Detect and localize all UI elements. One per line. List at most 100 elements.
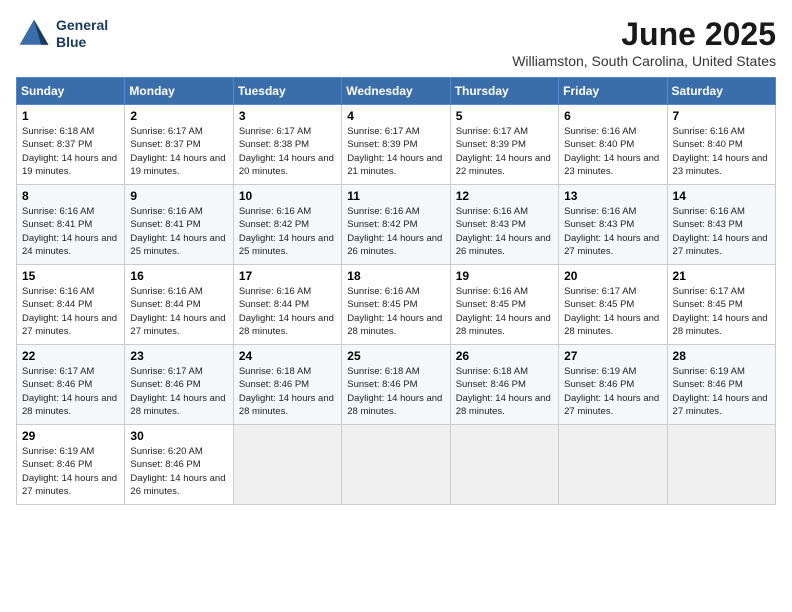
calendar-cell: 11Sunrise: 6:16 AMSunset: 8:42 PMDayligh…: [342, 185, 450, 265]
day-info: Sunrise: 6:16 AMSunset: 8:40 PMDaylight:…: [673, 125, 770, 178]
calendar-cell: 25Sunrise: 6:18 AMSunset: 8:46 PMDayligh…: [342, 345, 450, 425]
day-info: Sunrise: 6:16 AMSunset: 8:42 PMDaylight:…: [239, 205, 336, 258]
day-info: Sunrise: 6:17 AMSunset: 8:39 PMDaylight:…: [347, 125, 444, 178]
day-number: 16: [130, 269, 227, 283]
day-info: Sunrise: 6:16 AMSunset: 8:43 PMDaylight:…: [564, 205, 661, 258]
title-area: June 2025 Williamston, South Carolina, U…: [512, 16, 776, 69]
day-number: 21: [673, 269, 770, 283]
logo-text: General Blue: [56, 17, 108, 51]
weekday-header-row: SundayMondayTuesdayWednesdayThursdayFrid…: [17, 78, 776, 105]
day-info: Sunrise: 6:16 AMSunset: 8:45 PMDaylight:…: [347, 285, 444, 338]
day-number: 15: [22, 269, 119, 283]
day-info: Sunrise: 6:17 AMSunset: 8:46 PMDaylight:…: [22, 365, 119, 418]
day-number: 27: [564, 349, 661, 363]
day-info: Sunrise: 6:17 AMSunset: 8:38 PMDaylight:…: [239, 125, 336, 178]
calendar-cell: 30 Sunrise: 6:20 AMSunset: 8:46 PMDayligh…: [125, 425, 233, 505]
calendar-cell: 22 Sunrise: 6:17 AMSunset: 8:46 PMDayligh…: [17, 345, 125, 425]
calendar-cell: 4 Sunrise: 6:17 AMSunset: 8:39 PMDaylight…: [342, 105, 450, 185]
day-number: 30: [130, 429, 227, 443]
day-number: 29: [22, 429, 119, 443]
day-number: 1: [22, 109, 119, 123]
calendar-cell: 23Sunrise: 6:17 AMSunset: 8:46 PMDayligh…: [125, 345, 233, 425]
day-number: 5: [456, 109, 553, 123]
day-info: Sunrise: 6:19 AMSunset: 8:46 PMDaylight:…: [564, 365, 661, 418]
calendar-cell: 18Sunrise: 6:16 AMSunset: 8:45 PMDayligh…: [342, 265, 450, 345]
day-number: 2: [130, 109, 227, 123]
day-number: 24: [239, 349, 336, 363]
calendar-cell: 14 Sunrise: 6:16 AMSunset: 8:43 PMDayligh…: [667, 185, 775, 265]
day-info: Sunrise: 6:16 AMSunset: 8:44 PMDaylight:…: [239, 285, 336, 338]
day-info: Sunrise: 6:16 AMSunset: 8:41 PMDaylight:…: [130, 205, 227, 258]
calendar-subtitle: Williamston, South Carolina, United Stat…: [512, 53, 776, 69]
day-info: Sunrise: 6:19 AMSunset: 8:46 PMDaylight:…: [22, 445, 119, 498]
calendar-cell: [233, 425, 341, 505]
calendar-cell: 26 Sunrise: 6:18 AMSunset: 8:46 PMDayligh…: [450, 345, 558, 425]
day-info: Sunrise: 6:16 AMSunset: 8:43 PMDaylight:…: [673, 205, 770, 258]
logo-line2: Blue: [56, 34, 108, 51]
day-number: 9: [130, 189, 227, 203]
calendar-cell: 28 Sunrise: 6:19 AMSunset: 8:46 PMDayligh…: [667, 345, 775, 425]
weekday-header-wednesday: Wednesday: [342, 78, 450, 105]
calendar-cell: 9 Sunrise: 6:16 AMSunset: 8:41 PMDaylight…: [125, 185, 233, 265]
day-number: 7: [673, 109, 770, 123]
day-info: Sunrise: 6:16 AMSunset: 8:43 PMDaylight:…: [456, 205, 553, 258]
day-info: Sunrise: 6:17 AMSunset: 8:39 PMDaylight:…: [456, 125, 553, 178]
calendar-cell: 13 Sunrise: 6:16 AMSunset: 8:43 PMDayligh…: [559, 185, 667, 265]
day-info: Sunrise: 6:18 AMSunset: 8:46 PMDaylight:…: [239, 365, 336, 418]
week-row-4: 22 Sunrise: 6:17 AMSunset: 8:46 PMDayligh…: [17, 345, 776, 425]
weekday-header-sunday: Sunday: [17, 78, 125, 105]
day-info: Sunrise: 6:16 AMSunset: 8:44 PMDaylight:…: [130, 285, 227, 338]
day-number: 3: [239, 109, 336, 123]
day-number: 20: [564, 269, 661, 283]
weekday-header-saturday: Saturday: [667, 78, 775, 105]
day-number: 25: [347, 349, 444, 363]
week-row-3: 15 Sunrise: 6:16 AMSunset: 8:44 PMDayligh…: [17, 265, 776, 345]
calendar-cell: 29 Sunrise: 6:19 AMSunset: 8:46 PMDayligh…: [17, 425, 125, 505]
day-number: 8: [22, 189, 119, 203]
day-number: 10: [239, 189, 336, 203]
calendar-cell: 24 Sunrise: 6:18 AMSunset: 8:46 PMDayligh…: [233, 345, 341, 425]
day-info: Sunrise: 6:20 AMSunset: 8:46 PMDaylight:…: [130, 445, 227, 498]
week-row-2: 8 Sunrise: 6:16 AMSunset: 8:41 PMDaylight…: [17, 185, 776, 265]
day-info: Sunrise: 6:17 AMSunset: 8:45 PMDaylight:…: [673, 285, 770, 338]
calendar-cell: 16 Sunrise: 6:16 AMSunset: 8:44 PMDayligh…: [125, 265, 233, 345]
calendar-cell: [450, 425, 558, 505]
header: General Blue June 2025 Williamston, Sout…: [16, 16, 776, 69]
calendar-cell: 21 Sunrise: 6:17 AMSunset: 8:45 PMDayligh…: [667, 265, 775, 345]
logo-line1: General: [56, 17, 108, 34]
day-number: 17: [239, 269, 336, 283]
day-number: 6: [564, 109, 661, 123]
calendar-title: June 2025: [512, 16, 776, 53]
calendar-cell: 12 Sunrise: 6:16 AMSunset: 8:43 PMDayligh…: [450, 185, 558, 265]
day-number: 22: [22, 349, 119, 363]
calendar-cell: 20 Sunrise: 6:17 AMSunset: 8:45 PMDayligh…: [559, 265, 667, 345]
calendar-cell: 3 Sunrise: 6:17 AMSunset: 8:38 PMDaylight…: [233, 105, 341, 185]
day-number: 11: [347, 189, 444, 203]
weekday-header-friday: Friday: [559, 78, 667, 105]
day-number: 4: [347, 109, 444, 123]
day-info: Sunrise: 6:18 AMSunset: 8:37 PMDaylight:…: [22, 125, 119, 178]
calendar-table: SundayMondayTuesdayWednesdayThursdayFrid…: [16, 77, 776, 505]
day-info: Sunrise: 6:18 AMSunset: 8:46 PMDaylight:…: [456, 365, 553, 418]
day-number: 23: [130, 349, 227, 363]
day-number: 13: [564, 189, 661, 203]
calendar-cell: [342, 425, 450, 505]
week-row-1: 1 Sunrise: 6:18 AMSunset: 8:37 PMDaylight…: [17, 105, 776, 185]
weekday-header-monday: Monday: [125, 78, 233, 105]
calendar-cell: 27 Sunrise: 6:19 AMSunset: 8:46 PMDayligh…: [559, 345, 667, 425]
day-info: Sunrise: 6:19 AMSunset: 8:46 PMDaylight:…: [673, 365, 770, 418]
day-number: 12: [456, 189, 553, 203]
day-info: Sunrise: 6:16 AMSunset: 8:44 PMDaylight:…: [22, 285, 119, 338]
day-info: Sunrise: 6:17 AMSunset: 8:45 PMDaylight:…: [564, 285, 661, 338]
logo: General Blue: [16, 16, 108, 52]
day-number: 26: [456, 349, 553, 363]
logo-icon: [16, 16, 52, 52]
day-number: 28: [673, 349, 770, 363]
day-info: Sunrise: 6:16 AMSunset: 8:41 PMDaylight:…: [22, 205, 119, 258]
week-row-5: 29 Sunrise: 6:19 AMSunset: 8:46 PMDayligh…: [17, 425, 776, 505]
day-info: Sunrise: 6:16 AMSunset: 8:40 PMDaylight:…: [564, 125, 661, 178]
calendar-cell: 10 Sunrise: 6:16 AMSunset: 8:42 PMDayligh…: [233, 185, 341, 265]
day-number: 19: [456, 269, 553, 283]
day-number: 14: [673, 189, 770, 203]
calendar-cell: 5 Sunrise: 6:17 AMSunset: 8:39 PMDaylight…: [450, 105, 558, 185]
